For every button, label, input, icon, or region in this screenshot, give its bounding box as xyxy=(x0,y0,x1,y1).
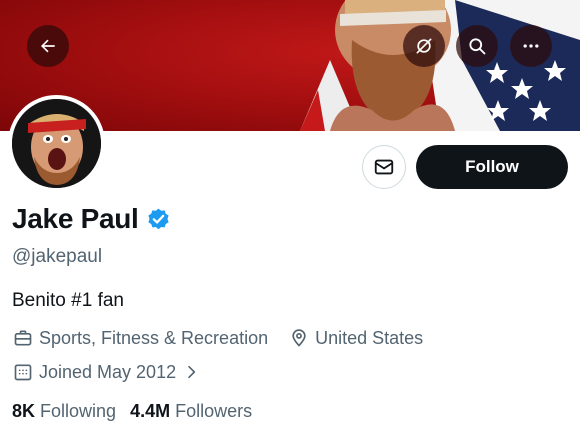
profile-category-text: Sports, Fitness & Recreation xyxy=(39,327,269,348)
search-icon xyxy=(469,38,486,55)
verified-badge-icon[interactable] xyxy=(146,207,171,232)
profile-meta-row: Sports, Fitness & Recreation United Stat… xyxy=(12,327,443,349)
avatar-image xyxy=(12,99,101,188)
back-button[interactable] xyxy=(27,25,69,67)
profile-category: Sports, Fitness & Recreation xyxy=(12,327,268,349)
followers-count: 4.4M xyxy=(130,401,171,421)
hide-profile-button[interactable] xyxy=(403,25,445,67)
message-button[interactable] xyxy=(362,145,406,189)
avatar-photo xyxy=(12,99,101,188)
arrow-left-icon xyxy=(41,39,55,53)
envelope-icon xyxy=(374,159,394,175)
profile-joined-row[interactable]: Joined May 2012 xyxy=(12,361,227,383)
following-count: 8K xyxy=(12,401,36,421)
following-label: Following xyxy=(40,401,117,421)
followers-label: Followers xyxy=(175,401,253,421)
briefcase-icon xyxy=(12,327,34,349)
profile-name-row: Jake Paul xyxy=(12,203,171,235)
profile-stats: 8K Following 4.4M Followers xyxy=(12,401,266,422)
follow-button[interactable]: Follow xyxy=(416,145,568,189)
profile-location-text: United States xyxy=(315,327,424,348)
avatar[interactable] xyxy=(8,95,105,192)
profile-name: Jake Paul xyxy=(12,203,139,234)
profile-joined[interactable]: Joined May 2012 xyxy=(12,361,207,383)
calendar-icon xyxy=(12,361,34,383)
profile-bio: Benito #1 fan xyxy=(12,290,124,311)
profile-handle: @jakepaul xyxy=(12,246,103,267)
more-options-button[interactable] xyxy=(510,25,552,67)
eye-slash-icon xyxy=(416,38,432,54)
profile-location: United States xyxy=(288,327,423,349)
more-horizontal-icon xyxy=(523,44,539,48)
chevron-right-icon xyxy=(180,361,202,383)
profile-joined-text: Joined May 2012 xyxy=(39,361,177,382)
followers-link[interactable]: 4.4M Followers xyxy=(130,401,252,422)
location-pin-icon xyxy=(288,327,310,349)
search-button[interactable] xyxy=(456,25,498,67)
following-link[interactable]: 8K Following xyxy=(12,401,116,422)
